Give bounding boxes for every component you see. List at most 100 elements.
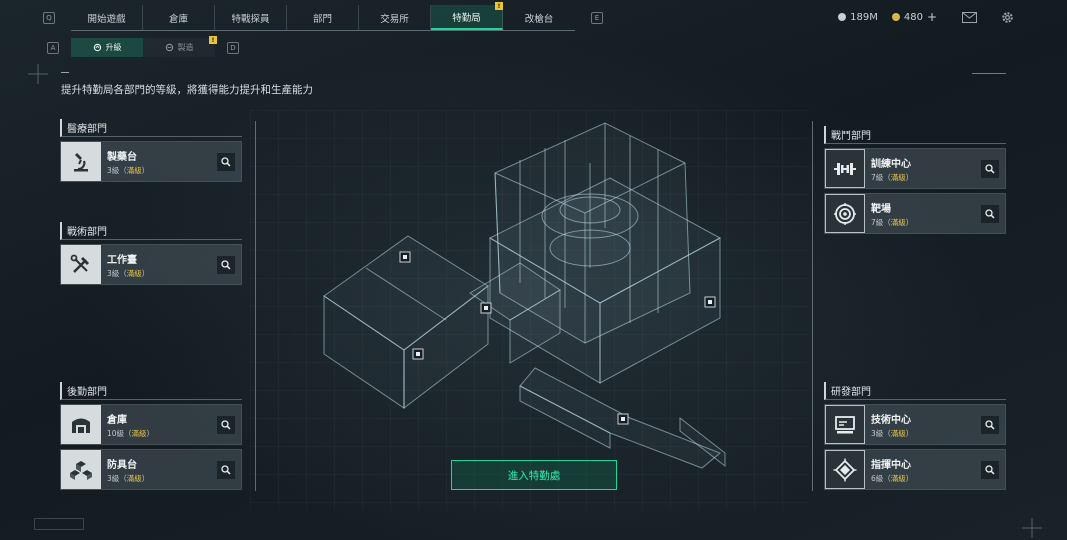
facility-workbench[interactable]: 工作臺 3級（滿級） [60,244,242,285]
tab-label: 升級 [105,43,122,52]
tab-start-game[interactable]: 開始遊戲 [71,5,143,30]
search-icon[interactable] [217,152,235,171]
level-value: 7級 [871,217,884,227]
command-chip-icon [825,450,865,489]
microscope-icon [61,142,101,181]
tools-icon [61,245,101,284]
description-marker [61,72,69,73]
main-tabs: 開始遊戲 倉庫 特戰探員 部門 交易所 特勤局 ! 改槍台 [71,2,575,31]
key-hint-q: Q [43,12,55,24]
max-level-tag: 滿級 [890,428,906,438]
mail-icon[interactable] [961,9,977,25]
tab-label: 倉庫 [168,13,188,25]
search-icon[interactable] [981,460,999,479]
dept-code [60,112,242,118]
map-marker[interactable] [704,296,716,308]
facility-level: 3級（滿級） [871,428,914,438]
map-marker[interactable] [412,348,424,360]
key-hint-a: A [47,41,59,54]
key-hint-d: D [227,41,239,54]
right-divider [812,121,813,491]
facility-armor-bench[interactable]: 防具台 3級（滿級） [60,449,242,490]
max-level-tag: 滿級 [126,165,142,175]
currency-bar: 189M 480 + [838,9,1015,25]
level-value: 3級 [107,165,120,175]
gold-currency[interactable]: 480 + [891,10,937,24]
map-marker[interactable] [617,413,629,425]
tab-craft[interactable]: 製造 ! [143,36,217,57]
map-marker[interactable] [480,302,492,314]
facility-command-center[interactable]: 指揮中心 6級（滿級） [824,449,1006,490]
sub-tabs: 升級 製造 ! [71,36,217,57]
tab-label: 製造 [177,43,194,52]
facility-tech-center[interactable]: 技術中心 3級（滿級） [824,404,1006,445]
dept-research: 研發部門 技術中心 3級（滿級） 指揮中心 6級（滿級） [824,375,1006,490]
sub-navigation: A 升級 製造 ! D [47,36,239,57]
gold-amount: 480 [903,11,923,23]
dept-tactical: 戰術部門 工作臺 3級（滿級） [60,215,242,285]
facility-level: 3級（滿級） [107,268,150,278]
dept-title: 醫療部門 [60,119,242,137]
tab-gunsmith[interactable]: 改槍台 [503,5,575,30]
dept-title: 戰術部門 [60,222,242,240]
level-value: 3級 [107,268,120,278]
tab-label: 特戰探員 [231,13,270,25]
search-icon[interactable] [981,159,999,178]
computer-icon [825,405,865,444]
left-divider [255,121,256,491]
facility-shooting-range[interactable]: 靶場 7級（滿級） [824,193,1006,234]
facility-level: 3級（滿級） [107,473,150,483]
dept-code [824,375,1006,381]
search-icon[interactable] [981,415,999,434]
tab-special-service[interactable]: 特勤局 ! [431,2,503,30]
facility-name: 倉庫 [107,414,127,426]
page-description: 提升特勤局各部門的等級，將獲得能力提升和生產能力 [61,84,313,96]
notification-badge: ! [495,2,503,10]
facility-name: 靶場 [871,203,891,215]
tab-upgrade[interactable]: 升級 [71,38,143,57]
facility-name: 技術中心 [871,414,911,426]
enter-special-service-button[interactable]: 進入特勤處 [451,460,617,490]
tab-warehouse[interactable]: 倉庫 [143,5,215,30]
cubes-icon [61,450,101,489]
facility-level: 7級（滿級） [871,217,914,227]
crosshair-decoration [1022,518,1042,538]
tab-operators[interactable]: 特戰探員 [215,5,287,30]
search-icon[interactable] [217,415,235,434]
facility-name: 製藥台 [107,151,137,163]
max-level-tag: 滿級 [131,428,147,438]
facility-warehouse[interactable]: 倉庫 10級（滿級） [60,404,242,445]
search-icon[interactable] [217,255,235,274]
dept-code [60,215,242,221]
search-icon[interactable] [981,204,999,223]
crosshair-decoration [28,64,48,84]
facility-pharmacy[interactable]: 製藥台 3級（滿級） [60,141,242,182]
tab-label: 開始遊戲 [87,13,126,25]
facility-name: 工作臺 [107,254,137,266]
dept-medical: 醫療部門 製藥台 3級（滿級） [60,112,242,182]
dept-title: 研發部門 [824,382,1006,400]
tab-label: 交易所 [380,13,409,25]
add-gold-button[interactable]: + [927,10,937,24]
tab-label: 特勤局 [452,12,481,24]
level-value: 6級 [871,473,884,483]
dept-combat: 戰鬥部門 訓練中心 7級（滿級） 靶場 7級（滿級） [824,119,1006,234]
search-icon[interactable] [217,460,235,479]
target-icon [825,194,865,233]
tab-departments[interactable]: 部門 [287,5,359,30]
upgrade-icon [93,43,101,52]
tab-exchange[interactable]: 交易所 [359,5,431,30]
tab-label: 部門 [312,13,332,25]
dept-title: 後勤部門 [60,382,242,400]
dept-logistics: 後勤部門 倉庫 10級（滿級） 防具台 3級（滿級） [60,375,242,490]
max-level-tag: 滿級 [126,268,142,278]
silver-currency: 189M [838,12,878,23]
map-marker[interactable] [399,251,411,263]
max-level-tag: 滿級 [890,172,906,182]
facility-level: 3級（滿級） [107,165,150,175]
level-value: 10級 [107,428,125,438]
facility-training-center[interactable]: 訓練中心 7級（滿級） [824,148,1006,189]
dept-title: 戰鬥部門 [824,126,1006,144]
gear-icon[interactable] [999,9,1015,25]
gold-coin-icon [891,13,900,21]
